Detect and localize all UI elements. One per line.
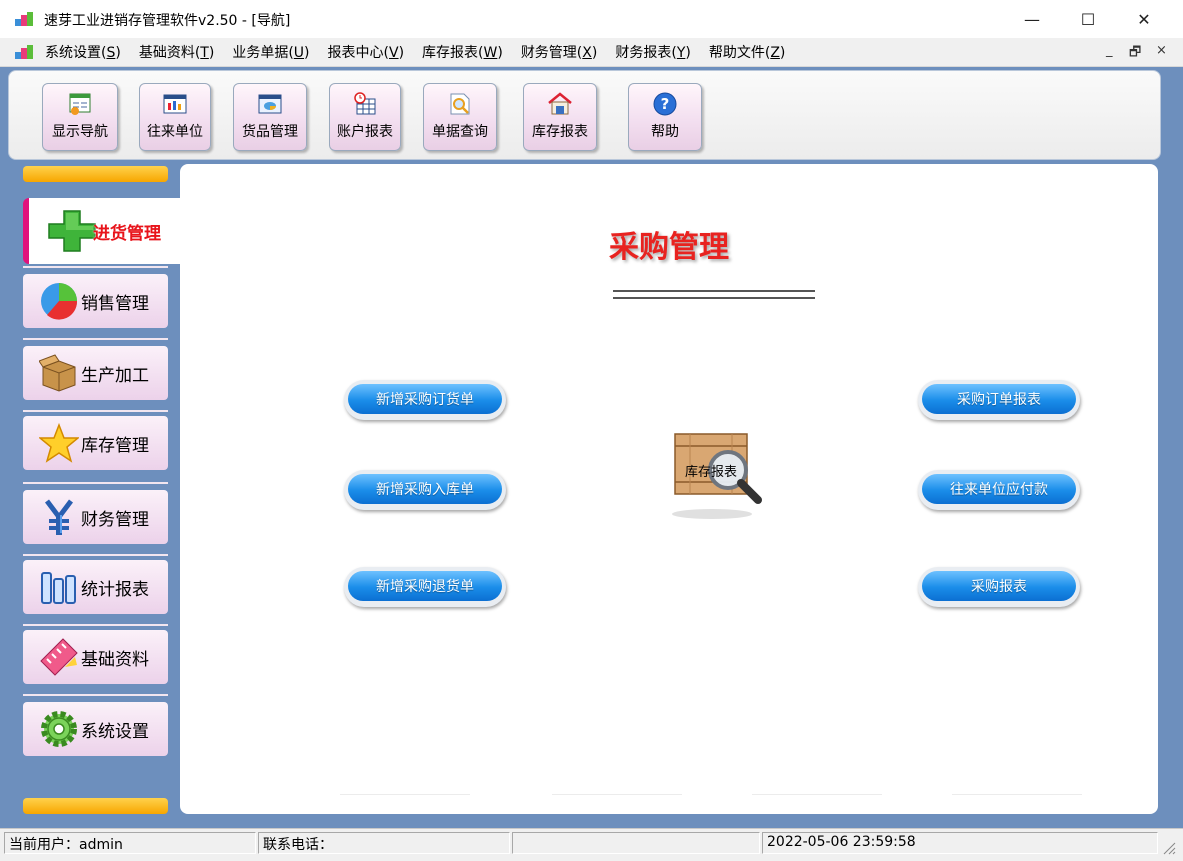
navigation-icon — [69, 93, 91, 115]
mdi-restore-button[interactable]: 🗗 — [1129, 43, 1141, 65]
new-purchase-return-button[interactable]: 新增采购退货单 — [344, 567, 506, 607]
document-query-button[interactable]: 单据查询 — [423, 83, 497, 151]
status-blank — [512, 832, 760, 854]
title-bar: 速芽工业进销存管理软件v2.50 - [导航] — ☐ ✕ — [0, 0, 1183, 38]
status-current-user: 当前用户：admin — [4, 832, 256, 854]
nav-item-finance-management[interactable]: 财务管理 — [23, 490, 168, 544]
main-panel: 采购管理 新增采购订货单 新增采购入库单 新增采购退货单 采购订单报表 往来单位… — [180, 164, 1158, 814]
nav-item-purchase-management[interactable]: 进货管理 — [23, 198, 194, 264]
yen-icon — [45, 499, 73, 535]
minimize-button[interactable]: — — [1004, 0, 1060, 38]
star-icon — [39, 423, 79, 463]
help-button[interactable]: ? 帮助 — [628, 83, 702, 151]
inventory-reports-button[interactable]: 库存报表 — [523, 83, 597, 151]
close-button[interactable]: ✕ — [1116, 0, 1172, 38]
partner-payables-button[interactable]: 往来单位应付款 — [918, 470, 1080, 510]
status-phone: 联系电话： — [258, 832, 510, 854]
plus-icon — [48, 210, 96, 252]
nav-bottom-bar — [23, 798, 168, 814]
gear-icon — [41, 711, 77, 747]
goods-management-button[interactable]: 货品管理 — [233, 83, 307, 151]
title-divider — [613, 290, 815, 299]
menu-finance-management[interactable]: 财务管理(X) — [521, 42, 607, 62]
menu-bar: 系统设置(S) 基础资料(T) 业务单据(U) 报表中心(V) 库存报表(W) … — [0, 38, 1183, 67]
pie-icon — [41, 283, 78, 320]
purchase-order-report-button[interactable]: 采购订单报表 — [918, 380, 1080, 420]
maximize-button[interactable]: ☐ — [1060, 0, 1116, 38]
mdi-minimize-button[interactable]: _ — [1106, 43, 1113, 58]
nav-item-system-settings[interactable]: 系统设置 — [23, 702, 168, 756]
partners-button[interactable]: 往来单位 — [139, 83, 211, 151]
nav-item-inventory-management[interactable]: 库存管理 — [23, 416, 168, 470]
inventory-report-label: 库存报表 — [685, 465, 738, 480]
document-search-icon — [450, 93, 470, 115]
account-report-icon — [354, 92, 376, 115]
account-reports-button[interactable]: 账户报表 — [329, 83, 401, 151]
box-icon — [39, 354, 76, 392]
status-bar: 当前用户：admin 联系电话： 2022-05-06 23:59:58 — [0, 828, 1183, 861]
menu-report-center[interactable]: 报表中心(V) — [328, 42, 414, 62]
page-title: 采购管理 — [609, 230, 729, 265]
svg-text:?: ? — [661, 95, 670, 113]
goods-icon — [258, 94, 282, 114]
menu-inventory-reports[interactable]: 库存报表(W) — [422, 42, 512, 62]
partner-icon — [163, 94, 187, 114]
bars-icon — [41, 572, 76, 604]
new-purchase-order-button[interactable]: 新增采购订货单 — [344, 380, 506, 420]
nav-item-statistics-reports[interactable]: 统计报表 — [23, 560, 168, 614]
toolbar: 显示导航 往来单位 货品管理 账户报表 单据查询 库存报表 ? 帮助 — [8, 70, 1161, 160]
warehouse-icon — [548, 92, 572, 115]
help-icon: ? — [653, 92, 677, 116]
purchase-report-button[interactable]: 采购报表 — [918, 567, 1080, 607]
mdi-close-button[interactable]: × — [1156, 43, 1167, 58]
window-title: 速芽工业进销存管理软件v2.50 - [导航] — [44, 13, 291, 29]
show-navigation-button[interactable]: 显示导航 — [42, 83, 118, 151]
app-logo-icon — [15, 12, 33, 26]
app-window: 速芽工业进销存管理软件v2.50 - [导航] — ☐ ✕ 系统设置(S) 基础… — [0, 0, 1183, 861]
left-navigation: 进货管理 销售管理 生产加工 库存管理 财务管理 统计报表 基础资料 系统设置 — [20, 166, 194, 814]
nav-item-sales-management[interactable]: 销售管理 — [23, 274, 168, 328]
menu-finance-reports[interactable]: 财务报表(Y) — [615, 42, 700, 62]
menu-business-documents[interactable]: 业务单据(U) — [232, 42, 318, 62]
menu-system-settings[interactable]: 系统设置(S) — [45, 42, 130, 62]
nav-top-bar — [23, 166, 168, 182]
app-logo-icon — [15, 45, 33, 59]
menu-basic-data[interactable]: 基础资料(T) — [139, 42, 224, 62]
new-purchase-receipt-button[interactable]: 新增采购入库单 — [344, 470, 506, 510]
nav-item-production[interactable]: 生产加工 — [23, 346, 168, 400]
status-datetime: 2022-05-06 23:59:58 — [762, 832, 1158, 854]
nav-item-basic-data[interactable]: 基础资料 — [23, 630, 168, 684]
ruler-icon — [40, 638, 78, 676]
resize-grip-icon[interactable] — [1160, 839, 1176, 855]
menu-help-files[interactable]: 帮助文件(Z) — [709, 42, 795, 62]
